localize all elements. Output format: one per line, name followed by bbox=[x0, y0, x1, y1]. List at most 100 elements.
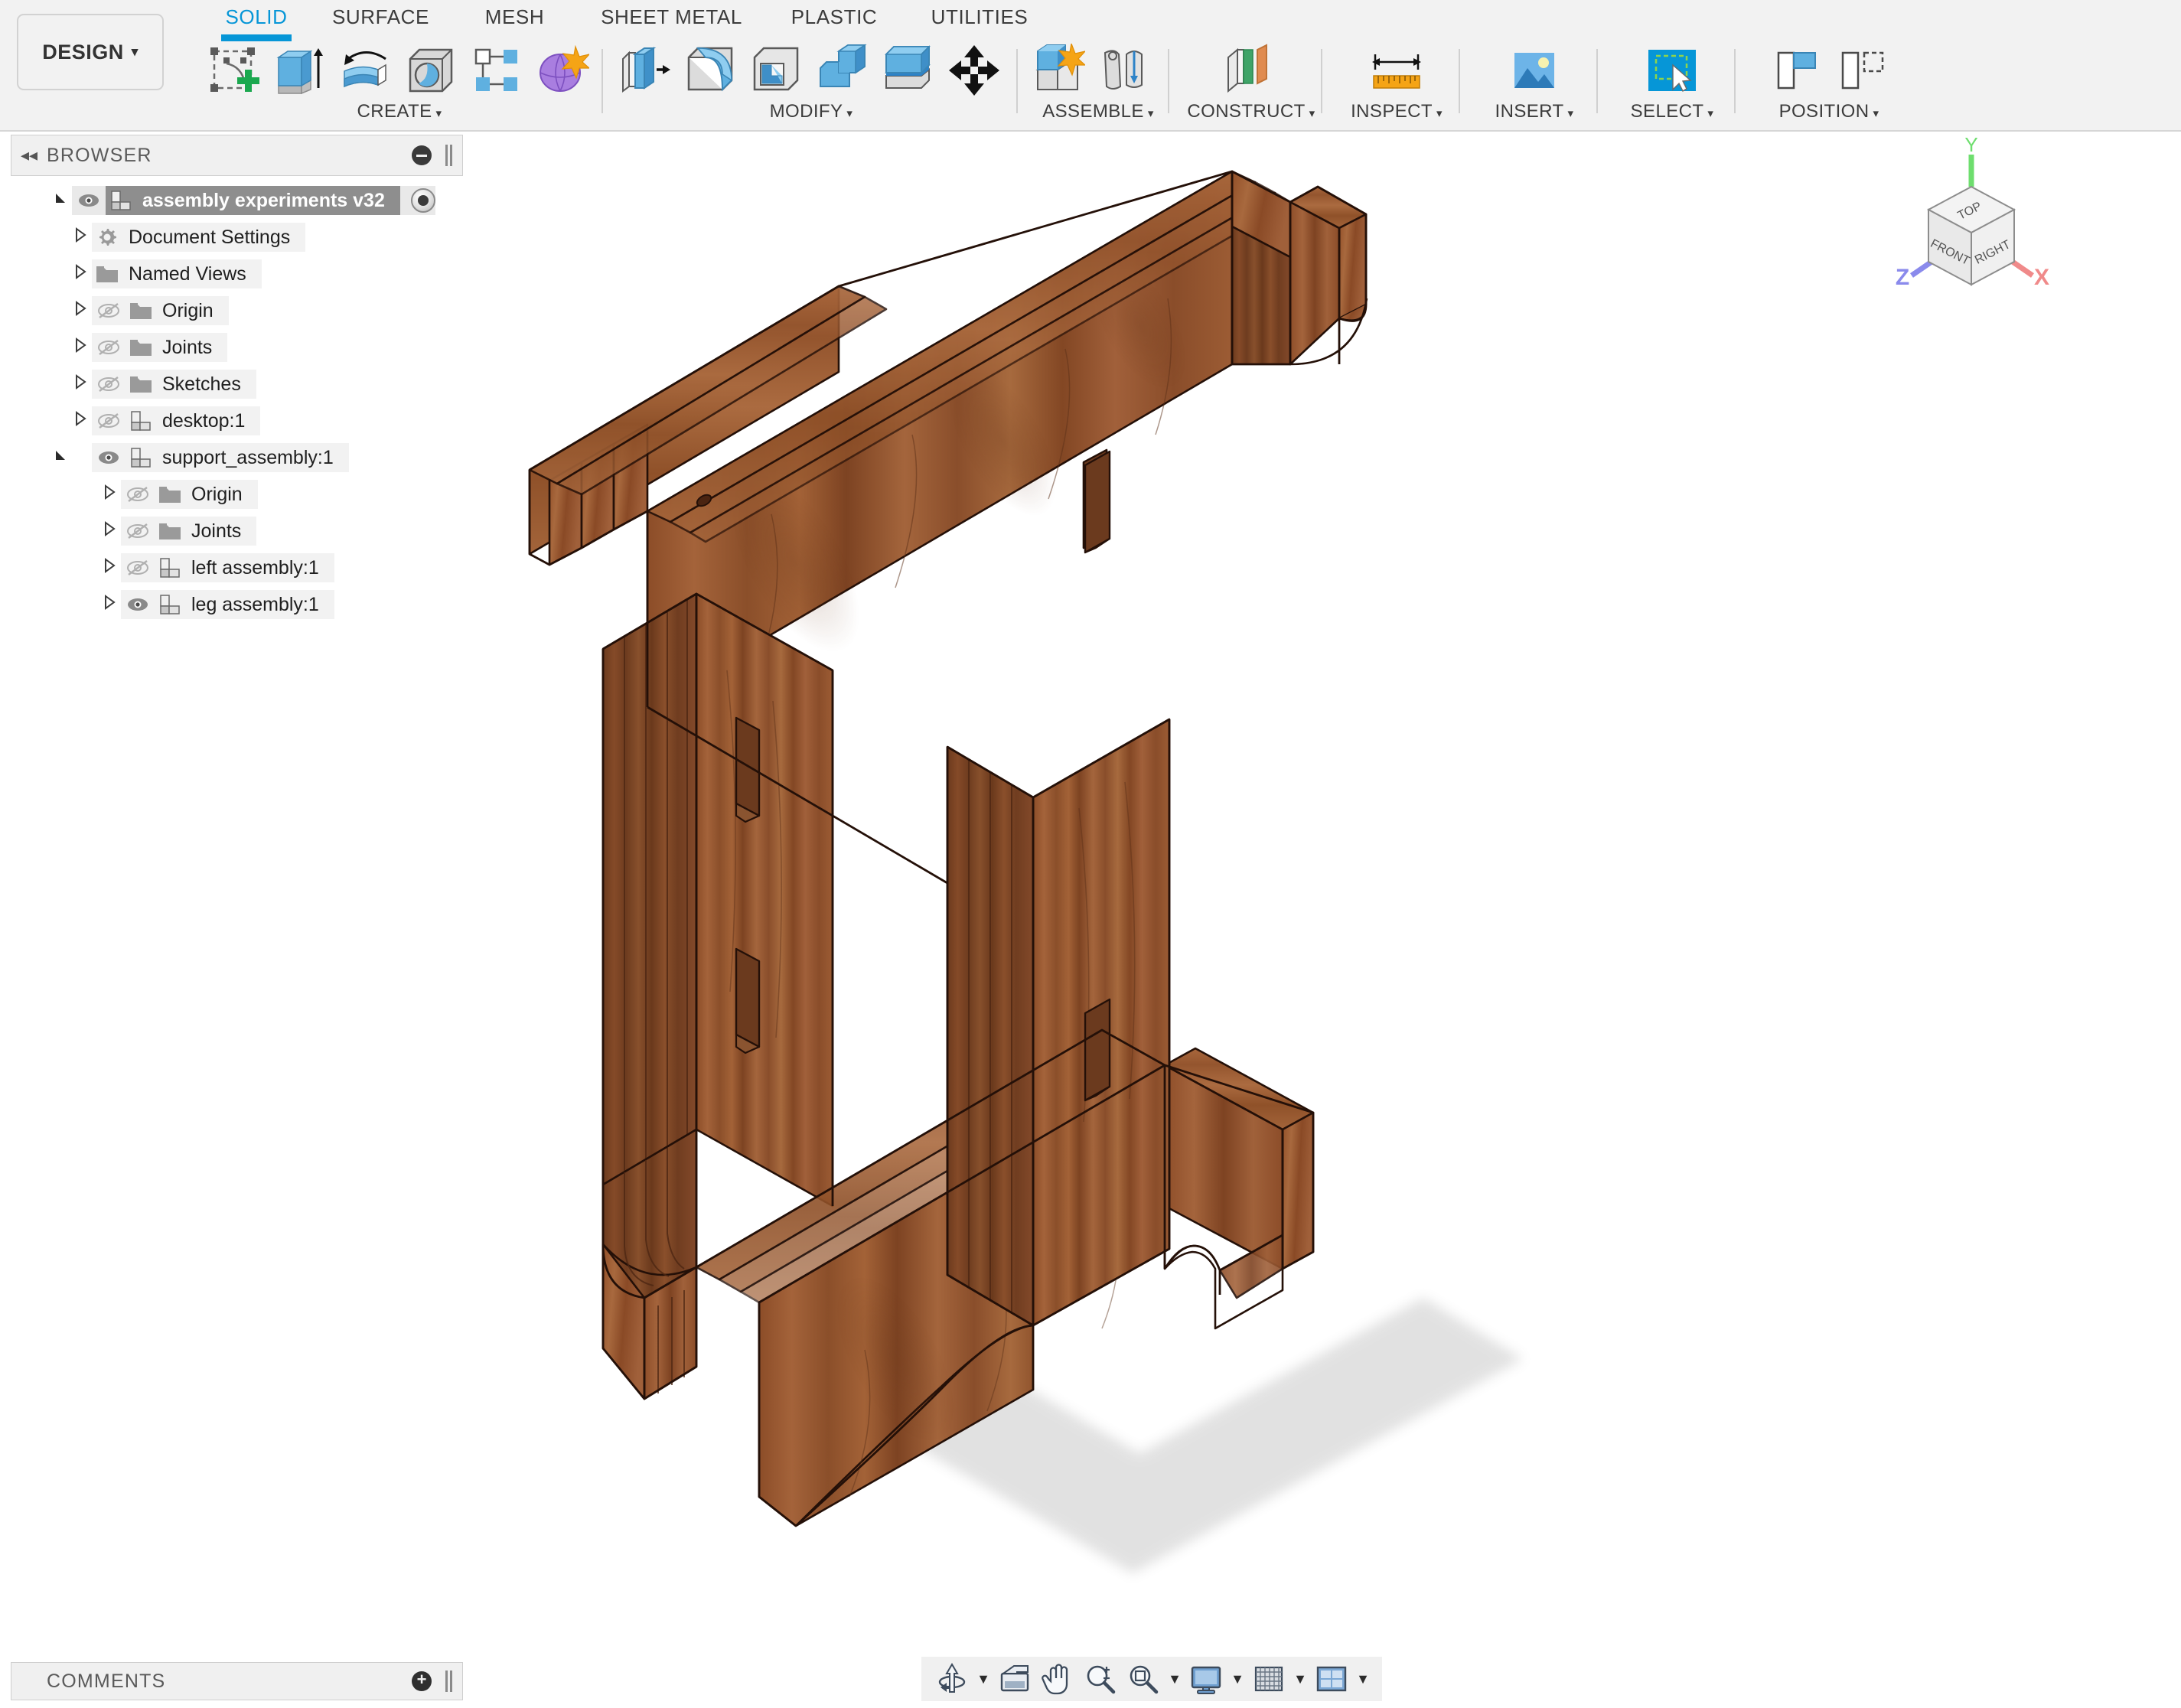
expand-arrow-icon[interactable] bbox=[49, 191, 72, 210]
expand-arrow-icon[interactable] bbox=[69, 374, 92, 394]
visibility-eye-hidden-icon[interactable] bbox=[92, 412, 126, 429]
ribbon-group-modify: MODIFY ▾ bbox=[612, 34, 1010, 130]
form-icon[interactable] bbox=[530, 38, 595, 103]
zoom-icon[interactable] bbox=[1079, 1657, 1122, 1700]
tab-solid[interactable]: SOLID bbox=[199, 0, 314, 34]
expand-arrow-icon[interactable] bbox=[49, 448, 72, 468]
panel-resize-handle[interactable] bbox=[445, 1671, 455, 1692]
combine-icon[interactable] bbox=[810, 38, 875, 103]
ribbon-group-label-construct[interactable]: CONSTRUCT ▾ bbox=[1179, 101, 1324, 122]
activate-component-radio[interactable] bbox=[410, 188, 435, 213]
add-icon[interactable]: + bbox=[412, 1671, 432, 1691]
split-face-icon[interactable] bbox=[875, 38, 941, 103]
orbit-icon[interactable] bbox=[931, 1657, 973, 1700]
panel-resize-handle[interactable] bbox=[445, 145, 455, 166]
ribbon-group-label-position[interactable]: POSITION ▾ bbox=[1745, 101, 1913, 122]
tree-item-desktop[interactable]: desktop:1 bbox=[11, 403, 463, 439]
comments-title: COMMENTS bbox=[47, 1670, 166, 1692]
collapse-icon[interactable]: ◂◂ bbox=[11, 145, 47, 165]
joint-icon[interactable] bbox=[1091, 38, 1157, 103]
position-icon[interactable] bbox=[1829, 38, 1895, 103]
expand-arrow-icon[interactable] bbox=[98, 558, 121, 578]
ribbon-group-label-select[interactable]: SELECT ▾ bbox=[1607, 101, 1737, 122]
visibility-eye-hidden-icon[interactable] bbox=[121, 486, 155, 503]
expand-arrow-icon[interactable] bbox=[69, 411, 92, 431]
expand-arrow-icon[interactable] bbox=[69, 301, 92, 321]
tree-item-left-assembly[interactable]: left assembly:1 bbox=[11, 549, 463, 586]
tab-utilities[interactable]: UTILITIES bbox=[907, 0, 1052, 34]
shell-icon[interactable] bbox=[744, 38, 810, 103]
viewports-icon[interactable] bbox=[1310, 1657, 1353, 1700]
minimize-icon[interactable] bbox=[412, 145, 432, 165]
tree-item-label: Sketches bbox=[162, 373, 241, 395]
expand-arrow-icon[interactable] bbox=[98, 484, 121, 504]
create-sketch-icon[interactable] bbox=[200, 38, 266, 103]
select-window-icon[interactable] bbox=[1639, 38, 1705, 103]
ribbon-group-assemble: ASSEMBLE ▾ bbox=[1025, 34, 1171, 130]
chevron-down-icon[interactable]: ▼ bbox=[1227, 1657, 1247, 1700]
tree-item-document-settings[interactable]: Document Settings bbox=[11, 219, 463, 256]
extrude-icon[interactable] bbox=[266, 38, 332, 103]
model-canvas[interactable]: Y Z X TOP FRONT RIGHT bbox=[467, 135, 2181, 1631]
display-settings-icon[interactable] bbox=[1185, 1657, 1227, 1700]
tab-surface[interactable]: SURFACE bbox=[314, 0, 448, 34]
tab-mesh[interactable]: MESH bbox=[448, 0, 582, 34]
visibility-eye-hidden-icon[interactable] bbox=[92, 302, 126, 319]
visibility-eye-hidden-icon[interactable] bbox=[92, 339, 126, 356]
pattern-icon[interactable] bbox=[464, 38, 530, 103]
expand-arrow-icon[interactable] bbox=[98, 521, 121, 541]
ribbon-group-label-assemble[interactable]: ASSEMBLE ▾ bbox=[1025, 101, 1171, 122]
visibility-eye-icon[interactable] bbox=[72, 192, 106, 209]
pan-icon[interactable] bbox=[1036, 1657, 1079, 1700]
expand-arrow-icon[interactable] bbox=[69, 264, 92, 284]
fillet-icon[interactable] bbox=[678, 38, 744, 103]
ribbon-group-label-modify[interactable]: MODIFY ▾ bbox=[612, 101, 1010, 122]
chevron-down-icon[interactable]: ▼ bbox=[973, 1657, 993, 1700]
new-component-icon[interactable] bbox=[1025, 38, 1091, 103]
tree-item-leg-assembly[interactable]: leg assembly:1 bbox=[11, 586, 463, 623]
tree-item-origin-nested[interactable]: Origin bbox=[11, 476, 463, 513]
ribbon-group-label-inspect[interactable]: INSPECT ▾ bbox=[1332, 101, 1462, 122]
visibility-eye-hidden-icon[interactable] bbox=[92, 376, 126, 393]
visibility-eye-icon[interactable] bbox=[121, 596, 155, 613]
ribbon-group-label-create[interactable]: CREATE ▾ bbox=[200, 101, 598, 122]
tab-sheet-metal[interactable]: SHEET METAL bbox=[582, 0, 761, 34]
tab-plastic[interactable]: PLASTIC bbox=[761, 0, 907, 34]
revolve-icon[interactable] bbox=[332, 38, 398, 103]
tree-item-support-assembly[interactable]: support_assembly:1 bbox=[11, 439, 463, 476]
ribbon-group-position: POSITION ▾ bbox=[1745, 34, 1913, 130]
view-cube[interactable]: Y Z X TOP FRONT RIGHT bbox=[1896, 135, 2049, 290]
insert-canvas-icon[interactable] bbox=[1501, 38, 1567, 103]
expand-arrow-icon[interactable] bbox=[69, 227, 92, 247]
chevron-down-icon: ▾ bbox=[1707, 107, 1714, 120]
measure-icon[interactable] bbox=[1364, 38, 1430, 103]
visibility-eye-hidden-icon[interactable] bbox=[121, 559, 155, 576]
tree-item-assembly-experiments[interactable]: assembly experiments v32 bbox=[11, 182, 463, 219]
3d-viewport[interactable]: Y Z X TOP FRONT RIGHT bbox=[467, 135, 2181, 1631]
offset-plane-icon[interactable] bbox=[1218, 38, 1284, 103]
trestle-frame-model[interactable] bbox=[528, 170, 1368, 1527]
expand-arrow-icon[interactable] bbox=[69, 337, 92, 357]
tree-item-origin[interactable]: Origin bbox=[11, 292, 463, 329]
tree-item-sketches[interactable]: Sketches bbox=[11, 366, 463, 403]
grid-snap-icon[interactable] bbox=[1247, 1657, 1290, 1700]
tree-item-joints[interactable]: Joints bbox=[11, 329, 463, 366]
chevron-down-icon[interactable]: ▼ bbox=[1290, 1657, 1310, 1700]
chevron-down-icon[interactable]: ▼ bbox=[1353, 1657, 1373, 1700]
expand-arrow-icon[interactable] bbox=[98, 595, 121, 614]
tree-item-joints-nested[interactable]: Joints bbox=[11, 513, 463, 549]
move-copy-icon[interactable] bbox=[941, 38, 1007, 103]
look-at-icon[interactable] bbox=[993, 1657, 1036, 1700]
fit-icon[interactable] bbox=[1122, 1657, 1165, 1700]
align-icon[interactable] bbox=[1763, 38, 1829, 103]
tree-item-named-views[interactable]: Named Views bbox=[11, 256, 463, 292]
tree-item-label: desktop:1 bbox=[162, 409, 246, 432]
chevron-down-icon[interactable]: ▼ bbox=[1165, 1657, 1185, 1700]
ribbon-group-construct: CONSTRUCT ▾ bbox=[1179, 34, 1324, 130]
ribbon-group-label-insert[interactable]: INSERT ▾ bbox=[1469, 101, 1599, 122]
visibility-eye-hidden-icon[interactable] bbox=[121, 523, 155, 539]
press-pull-icon[interactable] bbox=[612, 38, 678, 103]
sweep-icon[interactable] bbox=[398, 38, 464, 103]
visibility-eye-icon[interactable] bbox=[92, 449, 126, 466]
component-icon bbox=[126, 409, 156, 432]
